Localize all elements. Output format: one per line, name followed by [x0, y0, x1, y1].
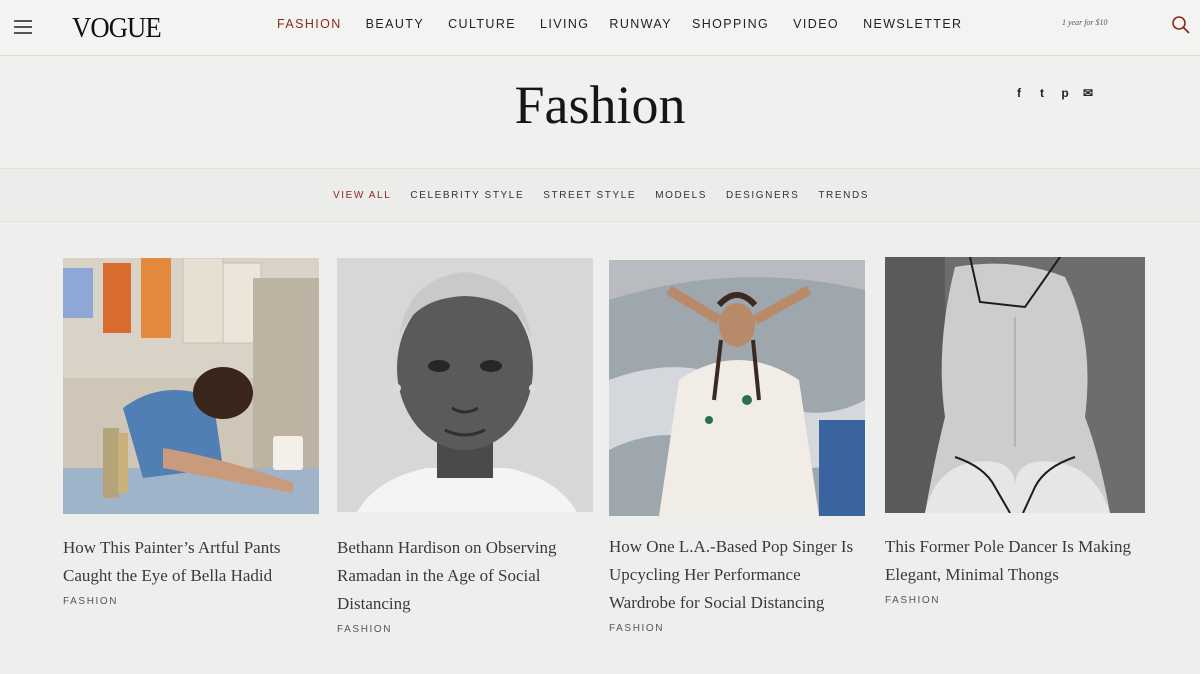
article-category-tag[interactable]: FASHION	[337, 624, 593, 635]
subnav-celebrity-style[interactable]: CELEBRITY STYLE	[410, 190, 524, 201]
twitter-icon[interactable]: t	[1035, 86, 1049, 100]
pinterest-icon[interactable]: p	[1058, 86, 1072, 100]
facebook-icon[interactable]: f	[1012, 86, 1026, 100]
vogue-logo[interactable]: VOGUE	[72, 12, 162, 45]
nav-item-newsletter[interactable]: NEWSLETTER	[863, 17, 962, 37]
article-image-pop-singer[interactable]	[609, 260, 865, 516]
nav-item-runway[interactable]: RUNWAY	[609, 17, 672, 37]
article-category-tag[interactable]: FASHION	[609, 623, 865, 634]
article-title[interactable]: How One L.A.-Based Pop Singer Is Upcycli…	[609, 533, 865, 617]
nav-item-culture[interactable]: CULTURE	[448, 17, 516, 37]
article-image-thong[interactable]	[885, 257, 1145, 513]
subnav-designers[interactable]: DESIGNERS	[726, 190, 799, 201]
subscribe-promo-link[interactable]: 1 year for $10	[1062, 18, 1108, 27]
hamburger-menu-icon[interactable]	[14, 20, 32, 34]
article-card: Bethann Hardison on Observing Ramadan in…	[337, 258, 593, 635]
main-nav: FASHION BEAUTY CULTURE LIVING RUNWAY SHO…	[277, 17, 963, 37]
article-title[interactable]: How This Painter’s Artful Pants Caught t…	[63, 534, 319, 590]
category-subnav: VIEW ALL CELEBRITY STYLE STREET STYLE MO…	[333, 190, 869, 201]
social-share-links: f t p ✉	[1012, 86, 1095, 100]
article-card: How This Painter’s Artful Pants Caught t…	[63, 258, 319, 607]
nav-item-beauty[interactable]: BEAUTY	[366, 17, 424, 37]
article-card: This Former Pole Dancer Is Making Elegan…	[885, 257, 1145, 606]
email-icon[interactable]: ✉	[1081, 86, 1095, 100]
search-icon[interactable]	[1170, 14, 1192, 36]
subnav-models[interactable]: MODELS	[655, 190, 707, 201]
nav-item-fashion[interactable]: FASHION	[277, 17, 342, 37]
nav-item-video[interactable]: VIDEO	[793, 17, 839, 37]
site-header: VOGUE FASHION BEAUTY CULTURE LIVING RUNW…	[0, 0, 1200, 56]
subnav-view-all[interactable]: VIEW ALL	[333, 190, 391, 201]
article-category-tag[interactable]: FASHION	[63, 596, 319, 607]
nav-item-shopping[interactable]: SHOPPING	[692, 17, 769, 37]
article-title[interactable]: This Former Pole Dancer Is Making Elegan…	[885, 533, 1145, 589]
article-image-painter[interactable]	[63, 258, 319, 514]
nav-item-living[interactable]: LIVING	[540, 17, 589, 37]
page-title: Fashion	[514, 75, 686, 135]
subnav-street-style[interactable]: STREET STYLE	[543, 190, 636, 201]
article-title[interactable]: Bethann Hardison on Observing Ramadan in…	[337, 534, 593, 618]
article-category-tag[interactable]: FASHION	[885, 595, 1145, 606]
article-image-portrait[interactable]	[337, 258, 593, 512]
article-card: How One L.A.-Based Pop Singer Is Upcycli…	[609, 260, 865, 634]
subnav-trends[interactable]: TRENDS	[818, 190, 869, 201]
